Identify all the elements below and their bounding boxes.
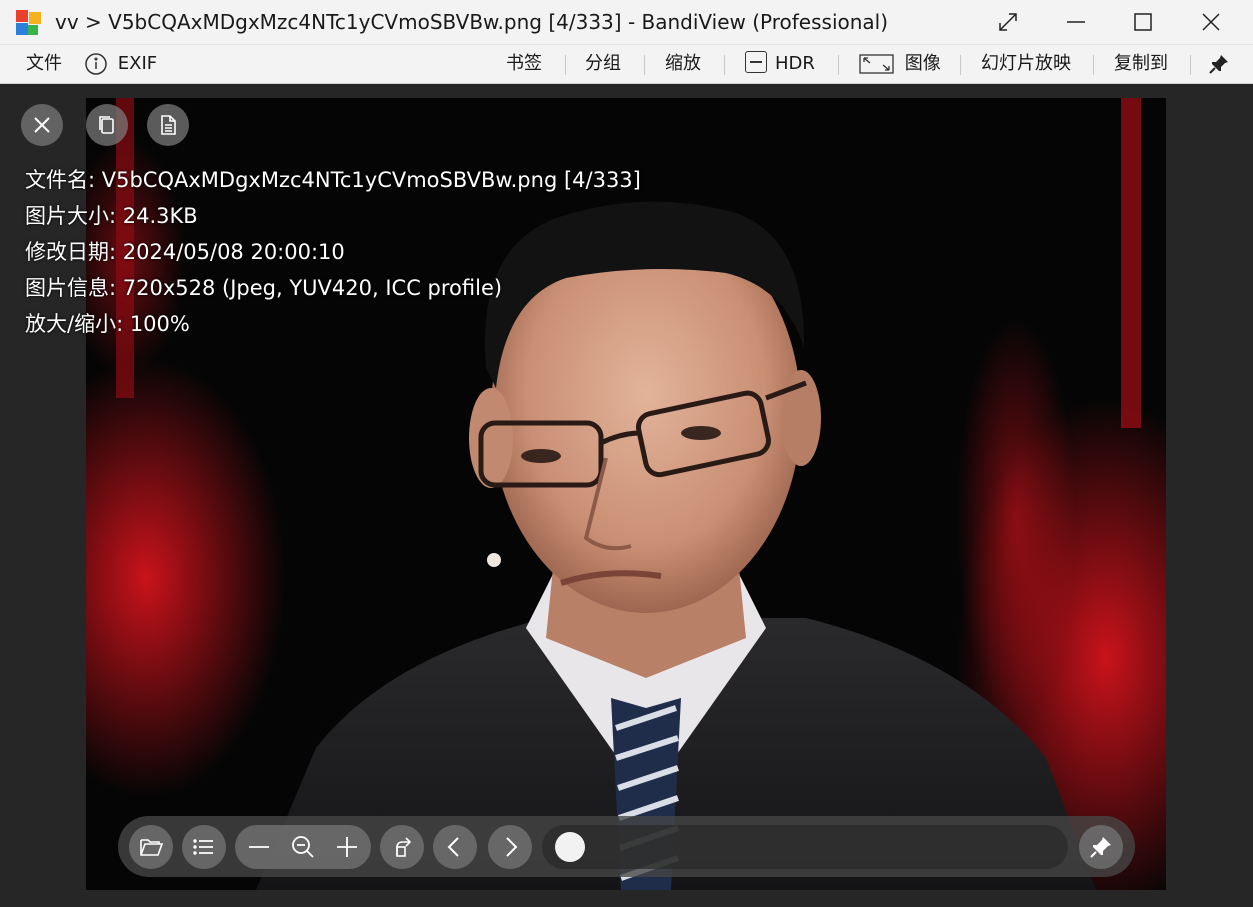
rotate-button[interactable] [380, 825, 424, 869]
maximize-icon [1134, 13, 1152, 31]
fullscreen-button[interactable] [975, 0, 1041, 44]
menu-image[interactable]: 图像 [859, 45, 941, 83]
zoom-controls [235, 825, 371, 869]
previous-image-button[interactable] [433, 825, 477, 869]
menu-bookmark[interactable]: 书签 [506, 45, 542, 83]
expand-icon [999, 13, 1017, 31]
image-resize-icon [859, 54, 894, 74]
menu-image-label: 图像 [904, 53, 941, 74]
close-icon [1202, 13, 1220, 31]
file-info-button[interactable] [147, 104, 189, 146]
pin-menu-button[interactable] [1208, 45, 1230, 83]
minimize-button[interactable] [1043, 0, 1109, 44]
window-title: vv > V5bCQAxMDgxMzc4NTc1yCVmoSBVBw.png [… [55, 10, 889, 34]
copy-info-button[interactable] [86, 104, 128, 146]
close-icon [34, 117, 50, 133]
menu-zoom[interactable]: 缩放 [665, 45, 701, 83]
zoom-fit-button[interactable] [281, 825, 325, 869]
close-overlay-button[interactable] [21, 104, 63, 146]
minus-icon [249, 846, 269, 848]
info-filename: 文件名: V5bCQAxMDgxMzc4NTc1yCVmoSBVBw.png [… [25, 168, 641, 192]
next-image-button[interactable] [488, 825, 532, 869]
menu-divider [960, 55, 961, 75]
info-modified-date: 修改日期: 2024/05/08 20:00:10 [25, 240, 345, 264]
info-image-details: 图片信息: 720x528 (Jpeg, YUV420, ICC profile… [25, 276, 503, 300]
menu-divider [644, 55, 645, 75]
menu-divider [565, 55, 566, 75]
image-position-slider[interactable] [542, 825, 1068, 869]
maximize-button[interactable] [1110, 0, 1176, 44]
menu-bar: 文件 EXIF 书签 分组 缩放 HDR 图像 幻灯片放映 复制到 [0, 44, 1253, 84]
magnifier-icon [292, 836, 314, 858]
chevron-left-icon [447, 837, 459, 857]
minimize-icon [1067, 21, 1085, 23]
menu-divider [724, 55, 725, 75]
copy-icon [99, 116, 114, 134]
zoom-in-button[interactable] [325, 825, 369, 869]
menu-divider [1190, 55, 1191, 75]
close-window-button[interactable] [1178, 0, 1244, 44]
pin-icon [1209, 55, 1228, 74]
pin-toolbar-button[interactable] [1079, 825, 1123, 869]
rotate-icon [396, 837, 412, 857]
file-info-panel: 文件名: V5bCQAxMDgxMzc4NTc1yCVmoSBVBw.png [… [25, 162, 641, 342]
file-list-button[interactable] [182, 825, 226, 869]
chevron-right-icon [506, 837, 518, 857]
list-icon [193, 839, 213, 855]
title-bar: vv > V5bCQAxMDgxMzc4NTc1yCVmoSBVBw.png [… [0, 0, 1253, 44]
menu-divider [838, 55, 839, 75]
menu-copy-to[interactable]: 复制到 [1114, 45, 1168, 83]
hdr-icon [745, 51, 767, 73]
menu-hdr-label: HDR [775, 53, 815, 74]
menu-file[interactable]: 文件 [26, 45, 62, 83]
pin-icon [1090, 837, 1111, 858]
bandiview-app-icon [16, 10, 41, 35]
menu-exif-label: EXIF [117, 53, 158, 74]
open-folder-button[interactable] [129, 825, 173, 869]
plus-icon [337, 837, 357, 857]
menu-hdr[interactable]: HDR [745, 45, 815, 83]
menu-slideshow[interactable]: 幻灯片放映 [981, 45, 1071, 83]
info-filesize: 图片大小: 24.3KB [25, 204, 198, 228]
menu-exif[interactable]: EXIF [84, 45, 157, 83]
image-viewer-area[interactable]: 文件名: V5bCQAxMDgxMzc4NTc1yCVmoSBVBw.png [… [0, 84, 1253, 907]
menu-group[interactable]: 分组 [585, 45, 621, 83]
bottom-toolbar [118, 816, 1135, 877]
folder-icon [140, 839, 164, 856]
document-icon [161, 115, 176, 135]
info-icon [85, 53, 107, 75]
zoom-out-button[interactable] [237, 825, 281, 869]
menu-divider [1093, 55, 1094, 75]
slider-knob[interactable] [555, 832, 585, 862]
info-zoom-level: 放大/缩小: 100% [25, 312, 190, 336]
